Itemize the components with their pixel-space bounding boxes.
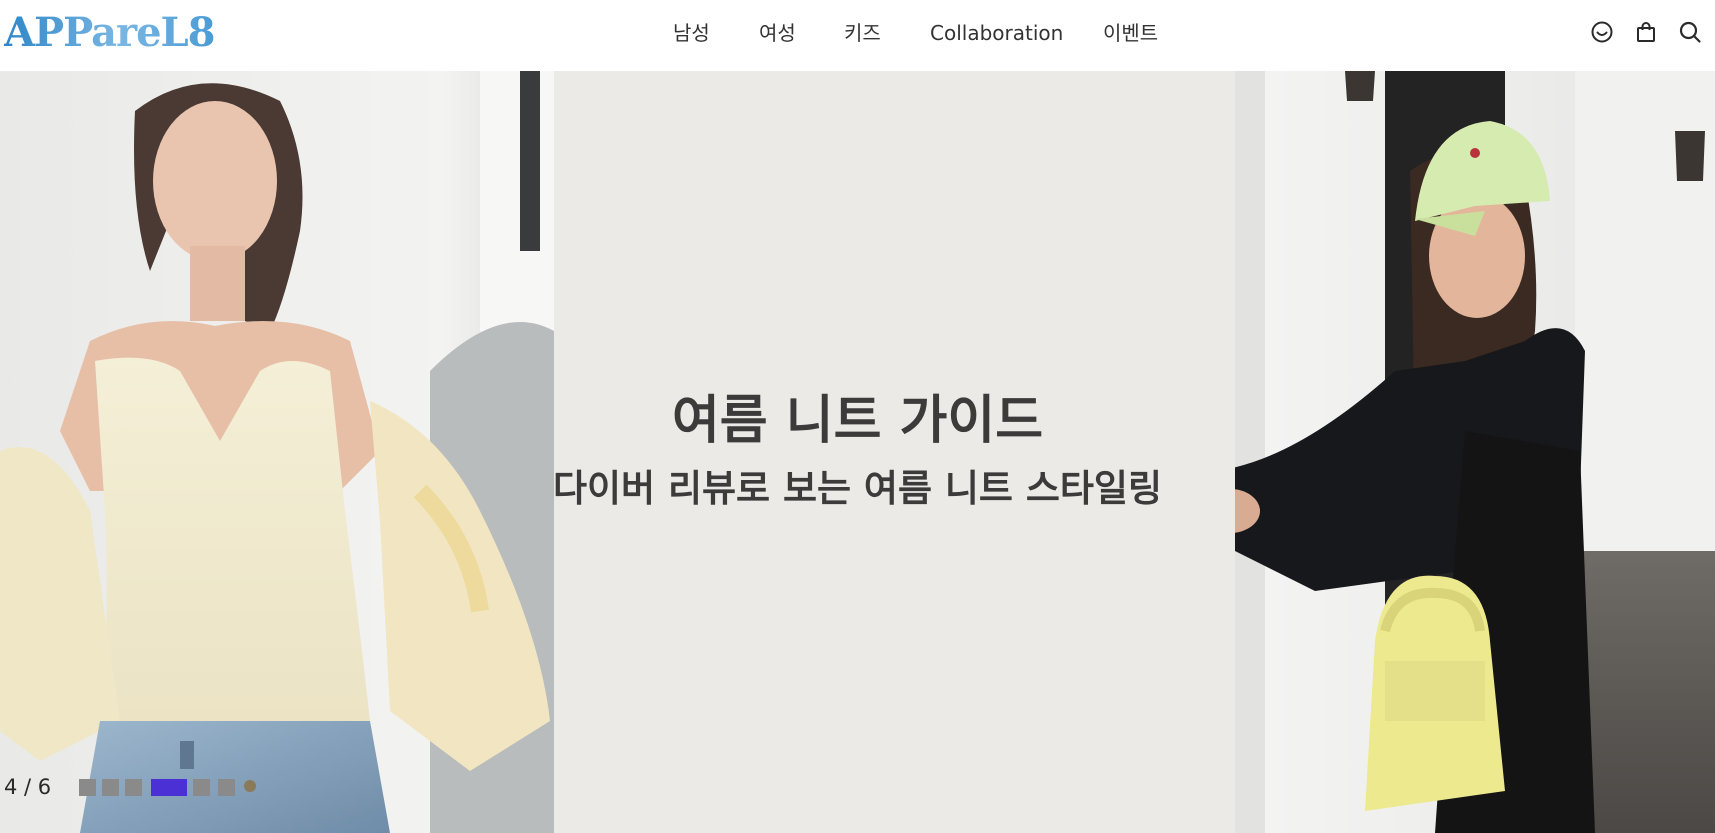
hero-title: 여름 니트 가이드 xyxy=(671,391,1044,451)
hero-banner[interactable]: 여름 니트 가이드 다이버 리뷰로 보는 여름 니트 스타일링 4 / 6 xyxy=(0,71,1715,833)
hero-subtitle: 다이버 리뷰로 보는 여름 니트 스타일링 xyxy=(552,467,1163,510)
slider-dot-2[interactable] xyxy=(102,779,119,796)
main-nav: 남성 여성 키즈 Collaboration 이벤트 xyxy=(0,0,1715,71)
slider-dot-3[interactable] xyxy=(125,779,142,796)
slider-dot-4[interactable] xyxy=(151,779,187,796)
hero-image-right xyxy=(1235,71,1715,833)
slider-dot-5[interactable] xyxy=(193,779,210,796)
search-icon[interactable] xyxy=(1678,20,1702,44)
hero-image-left xyxy=(0,71,554,833)
nav-item-men[interactable]: 남성 xyxy=(673,20,710,46)
nav-item-event[interactable]: 이벤트 xyxy=(1103,20,1158,46)
slide-counter: 4 / 6 xyxy=(4,775,52,799)
slider-dot-1[interactable] xyxy=(79,779,96,796)
nav-item-collaboration[interactable]: Collaboration xyxy=(930,20,1063,46)
smile-icon[interactable] xyxy=(1590,20,1614,44)
nav-item-kids[interactable]: 키즈 xyxy=(844,20,881,46)
slider-dot-6[interactable] xyxy=(218,779,235,796)
site-header: APPareL8 남성 여성 키즈 Collaboration 이벤트 xyxy=(0,0,1715,71)
shopping-bag-icon[interactable] xyxy=(1634,20,1658,44)
nav-item-women[interactable]: 여성 xyxy=(759,20,796,46)
